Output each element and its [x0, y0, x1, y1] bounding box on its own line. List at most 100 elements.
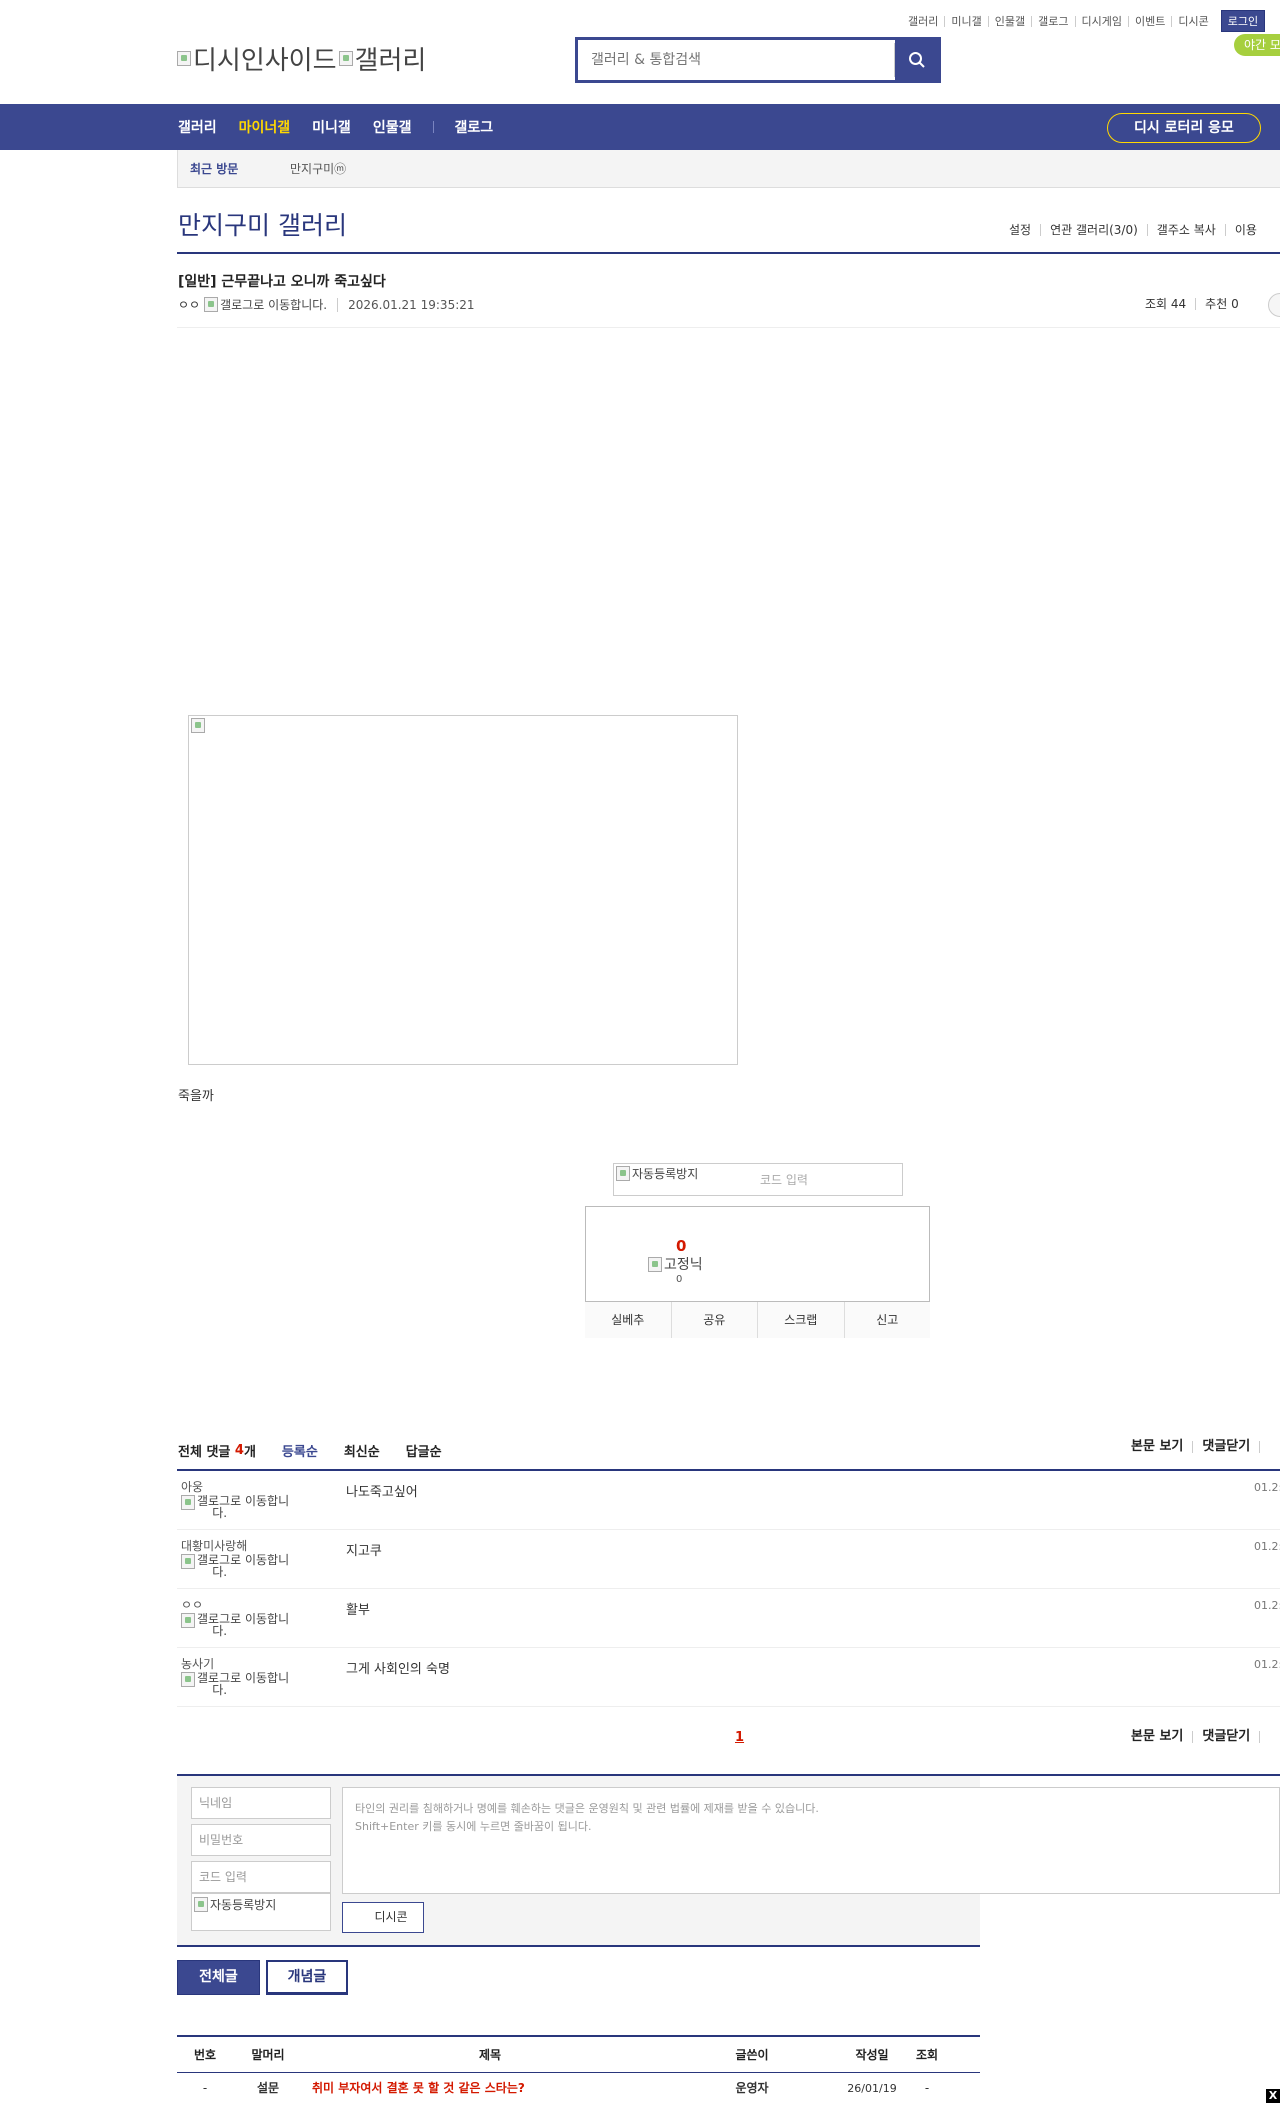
- comment-page-current[interactable]: 1: [735, 1730, 744, 1745]
- nav-item-minor[interactable]: 마이너갤: [239, 117, 291, 137]
- row-date: 26/01/19: [847, 2082, 897, 2095]
- fixed-nick-count: 0: [676, 1274, 683, 1285]
- col-writer: 글쓴이: [735, 2048, 769, 2062]
- report-button[interactable]: 신고: [843, 1302, 930, 1338]
- dccon-button[interactable]: 디시콘: [342, 1902, 424, 1933]
- list-header: 번호 말머리 제목 글쓴이 작성일 조회: [177, 2037, 980, 2073]
- gallog-link[interactable]: 갤로그로 이동합니다.: [204, 296, 327, 313]
- comment-total-label: 전체 댓글: [178, 1445, 231, 1460]
- close-icon[interactable]: X: [1266, 2089, 1280, 2103]
- search-button[interactable]: [895, 40, 938, 80]
- copy-address-link[interactable]: 갤주소 복사: [1146, 224, 1225, 236]
- sort-registered[interactable]: 등록순: [282, 1441, 318, 1460]
- top-link-game[interactable]: 디시게임: [1074, 15, 1128, 27]
- post-title: [일반] 근무끝나고 오니까 죽고싶다: [178, 274, 386, 290]
- search-bar: [575, 37, 941, 83]
- view-post-button[interactable]: 본문 보기: [1122, 1730, 1192, 1743]
- top-link-gallery[interactable]: 갤러리: [902, 16, 944, 27]
- comment-textarea[interactable]: 타인의 권리를 침해하거나 명예를 훼손하는 댓글은 운영원칙 및 관련 법률에…: [342, 1787, 1280, 1894]
- comment-gallog-link[interactable]: 갤로그로 이동합니 다.: [181, 1613, 311, 1637]
- recommend-count[interactable]: 0: [676, 1237, 686, 1255]
- comment-text: 지고쿠: [346, 1544, 382, 1559]
- search-input[interactable]: [581, 43, 895, 77]
- top-link-gallog[interactable]: 갤로그: [1031, 15, 1074, 27]
- usage-link[interactable]: 이용: [1224, 224, 1266, 236]
- row-title[interactable]: 취미 부자여서 결혼 못 할 것 같은 스타는?: [312, 2074, 712, 2103]
- comment-tools-top: 본문 보기 댓글닫기: [1122, 1440, 1278, 1453]
- lottery-button[interactable]: 디시 로터리 응모: [1107, 113, 1261, 143]
- nav-item-gallery[interactable]: 갤러리: [178, 117, 217, 137]
- comment-gallog-link[interactable]: 갤로그로 이동합니 다.: [181, 1554, 311, 1578]
- tab-best-posts[interactable]: 개념글: [266, 1960, 348, 1995]
- close-comments-button[interactable]: 댓글닫기: [1192, 1730, 1259, 1743]
- recent-item[interactable]: 만지구미ⓜ: [290, 160, 346, 177]
- list-row[interactable]: - 설문 취미 부자여서 결혼 못 할 것 같은 스타는? 운영자 26/01/…: [177, 2074, 980, 2103]
- comment-date: 01.2:: [1254, 1658, 1280, 1671]
- gallery-settings-link[interactable]: 설정: [1005, 224, 1040, 236]
- tab-all-posts[interactable]: 전체글: [177, 1960, 260, 1995]
- view-post-button[interactable]: 본문 보기: [1122, 1440, 1192, 1453]
- col-number: 번호: [193, 2048, 217, 2062]
- code-input[interactable]: 코드 입력: [191, 1861, 331, 1893]
- broken-image-icon: [648, 1256, 662, 1272]
- post-option-button[interactable]: [1268, 293, 1280, 317]
- password-input[interactable]: 비밀번호: [191, 1824, 331, 1856]
- comment-nick[interactable]: ㅇㅇ: [181, 1599, 203, 1611]
- nav-item-mini[interactable]: 미니갤: [312, 117, 351, 137]
- broken-image-icon: [181, 1554, 195, 1569]
- comment-item: 아웅 갤로그로 이동합니 다. 나도죽고싶어 01.2:: [177, 1471, 1280, 1530]
- comment-text: 활부: [346, 1603, 370, 1618]
- nav-item-gallog[interactable]: 갤로그: [454, 117, 493, 137]
- night-mode-button[interactable]: 야간 모: [1234, 34, 1280, 56]
- captcha-input[interactable]: 코드 입력: [760, 1171, 808, 1188]
- post-author[interactable]: ㅇㅇ: [178, 296, 200, 313]
- comment-item: 대황미사랑해 갤로그로 이동합니 다. 지고쿠 01.2:: [177, 1530, 1280, 1589]
- gallery-menu: 설정 연관 갤러리(3/0) 갤주소 복사 이용: [1005, 224, 1266, 236]
- comment-gallog-link[interactable]: 갤로그로 이동합니 다.: [181, 1672, 311, 1696]
- scrap-button[interactable]: 스크랩: [757, 1302, 844, 1338]
- broken-image-icon: [181, 1613, 195, 1628]
- nickname-input[interactable]: 닉네임: [191, 1787, 331, 1819]
- top-link-event[interactable]: 이벤트: [1127, 15, 1171, 27]
- comment-nick[interactable]: 아웅: [181, 1481, 203, 1493]
- top-link-person[interactable]: 인물갤: [987, 15, 1031, 27]
- logo-gallery: 갤러리: [338, 40, 426, 77]
- captcha-image: 자동등록방지: [614, 1165, 760, 1182]
- broken-image-icon: [181, 1495, 195, 1510]
- broken-image-icon: [177, 51, 191, 66]
- comment-gallog-link[interactable]: 갤로그로 이동합니 다.: [181, 1495, 311, 1519]
- comment-text: 그게 사회인의 숙명: [346, 1662, 450, 1677]
- comment-unit: 개: [243, 1445, 256, 1460]
- comment-date: 01.2:: [1254, 1481, 1280, 1494]
- broken-image-icon: [204, 297, 219, 312]
- col-date: 작성일: [855, 2048, 889, 2062]
- site-logo[interactable]: 디시인사이드 갤러리: [177, 40, 426, 77]
- broken-image-icon: [191, 718, 205, 733]
- main-nav: 갤러리 마이너갤 미니갤 인물갤 갤로그: [178, 104, 515, 150]
- recent-label: 최근 방문: [190, 162, 239, 176]
- login-button[interactable]: 로그인: [1220, 10, 1266, 32]
- row-views: -: [924, 2081, 930, 2095]
- meta-divider: [177, 327, 1280, 328]
- comment-nick[interactable]: 농사기: [181, 1658, 214, 1670]
- sort-latest[interactable]: 최신순: [344, 1441, 380, 1460]
- recommend-actions: 실베추 공유 스크랩 신고: [585, 1301, 930, 1338]
- post-image[interactable]: [188, 715, 738, 1065]
- related-gallery-link[interactable]: 연관 갤러리(3/0): [1040, 224, 1147, 236]
- share-button[interactable]: 공유: [670, 1302, 757, 1338]
- close-comments-button[interactable]: 댓글닫기: [1192, 1440, 1259, 1453]
- broken-image-icon: [338, 51, 353, 66]
- row-writer[interactable]: 운영자: [717, 2074, 787, 2103]
- post-image-placeholder: [191, 718, 207, 733]
- row-subject-head: 설문: [256, 2081, 280, 2095]
- top-link-dccon[interactable]: 디시콘: [1171, 15, 1214, 27]
- title-divider: [177, 252, 1280, 254]
- nav-item-person[interactable]: 인물갤: [373, 117, 412, 137]
- top-link-mini[interactable]: 미니갤: [944, 15, 987, 27]
- recommend-captcha: 자동등록방지 코드 입력: [613, 1163, 903, 1196]
- best-recommend-button[interactable]: 실베추: [585, 1302, 671, 1338]
- gallery-title[interactable]: 만지구미 갤러리: [178, 206, 347, 242]
- comment-nick[interactable]: 대황미사랑해: [181, 1540, 247, 1552]
- broken-image-icon: [616, 1166, 630, 1181]
- sort-replies[interactable]: 답글순: [406, 1441, 442, 1460]
